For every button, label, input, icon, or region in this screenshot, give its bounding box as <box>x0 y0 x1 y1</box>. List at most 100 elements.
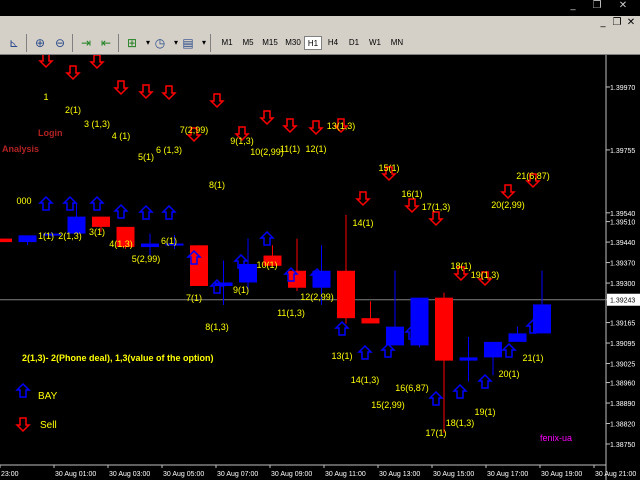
time-tick-label: 30 Aug 03:00 <box>109 471 150 478</box>
zoom-out-icon[interactable]: ⊖ <box>52 35 68 51</box>
time-tick-label: 30 Aug 11:00 <box>325 471 366 478</box>
buy-signal-label: 14(1,3) <box>351 375 380 385</box>
sell-signal-label: 7(2,99) <box>180 125 209 135</box>
time-tick-label: 30 Aug 05:00 <box>163 471 204 478</box>
time-tick-label: 30 Aug 13:00 <box>379 471 420 478</box>
zoom-in-icon[interactable]: ⊕ <box>32 35 48 51</box>
toolbar-separator <box>26 34 27 52</box>
price-tick-label: 1.38960 <box>610 381 635 388</box>
sub-minimize-button[interactable]: _ <box>596 17 610 29</box>
buy-signal-label: 15(2,99) <box>371 400 405 410</box>
sell-signal-label: 2(1) <box>65 105 81 115</box>
candle-body[interactable] <box>484 341 502 358</box>
chart-canvas[interactable]: 1.39970 1.39755 1.39540 1.39510 1.39440 1.393… <box>0 55 640 480</box>
candle-body[interactable] <box>141 243 159 248</box>
close-button[interactable]: ✕ <box>616 0 630 12</box>
sell-signal-label: 9(1,3) <box>230 136 254 146</box>
toolbar-separator <box>118 34 119 52</box>
timeframe-h4-button[interactable]: H4 <box>324 36 342 50</box>
timeframe-w1-button[interactable]: W1 <box>366 36 384 50</box>
sell-signal-label: 17(1,3) <box>422 202 451 212</box>
buy-signal-label: 10(1) <box>256 260 277 270</box>
price-tick-label: 1.39970 <box>610 85 635 92</box>
buy-signal-label: 18(1,3) <box>446 418 475 428</box>
minimize-button[interactable]: _ <box>566 0 580 12</box>
timeframe-m15-button[interactable]: M15 <box>259 36 281 50</box>
buy-signal-label: 9(1) <box>233 285 249 295</box>
time-tick-label: 30 Aug 21:00 <box>595 471 636 478</box>
buy-signal-label: 16(6,87) <box>395 383 429 393</box>
sell-signal-label: 8(1) <box>209 180 225 190</box>
chart-shift-icon[interactable]: ⇤ <box>98 35 114 51</box>
price-tick-label: 1.39370 <box>610 261 635 268</box>
candle-body[interactable] <box>435 297 453 361</box>
sell-signal-label: 11(1) <box>280 144 300 154</box>
sell-signal-label: 5(1) <box>138 152 154 162</box>
templates-icon[interactable]: ▤ <box>180 35 196 51</box>
buy-signal-label: 12(2,99) <box>300 292 334 302</box>
chart-axis-icon[interactable]: ⊾ <box>6 35 22 51</box>
sell-signal-label: 16(1) <box>401 189 422 199</box>
sub-close-button[interactable]: ✕ <box>624 17 638 29</box>
buy-signal-label: 2(1,3) <box>58 231 82 241</box>
auto-scroll-icon[interactable]: ⇥ <box>78 35 94 51</box>
timeframe-d1-button[interactable]: D1 <box>345 36 363 50</box>
buy-signal-label: 21(1) <box>522 353 543 363</box>
sell-signal-label: 18(1) <box>450 261 471 271</box>
buy-signal-label: 3(1) <box>89 227 105 237</box>
sell-signal-label: 13(1,3) <box>327 121 356 131</box>
sell-signal-label: 12(1) <box>305 144 326 154</box>
price-tick-label: 1.38890 <box>610 401 635 408</box>
candle-body[interactable] <box>508 333 527 342</box>
buy-signal-label: 1(1) <box>38 231 54 241</box>
timeframe-h1-button[interactable]: H1 <box>304 36 322 50</box>
price-tick-label: 1.38820 <box>610 422 635 429</box>
candle-body[interactable] <box>337 270 355 319</box>
candle-body[interactable] <box>18 235 37 243</box>
sell-signal-label: 19(1,3) <box>471 270 500 280</box>
sell-signal-label: 10(2,99) <box>250 147 284 157</box>
toolbar-separator <box>210 34 211 52</box>
sell-signal-label: 6 (1,3) <box>156 145 182 155</box>
buy-signal-label: 11(1,3) <box>277 308 305 318</box>
sell-signal-label: 14(1) <box>352 218 373 228</box>
periods-clock-icon[interactable]: ◷ <box>152 35 168 51</box>
candle-body[interactable] <box>361 318 380 324</box>
candle-body[interactable] <box>0 238 12 243</box>
sell-signal-label: 20(2,99) <box>491 200 525 210</box>
timeframe-m30-button[interactable]: M30 <box>282 36 304 50</box>
title-bar: _ ❐ ✕ <box>0 0 640 16</box>
time-tick-label: 30 Aug 07:00 <box>217 471 258 478</box>
time-tick-label: 30 Aug 17:00 <box>487 471 528 478</box>
candle-body[interactable] <box>386 326 404 346</box>
price-chart[interactable]: 1.39970 1.39755 1.39540 1.39510 1.39440 1.393… <box>0 55 640 480</box>
timeframe-mn-button[interactable]: MN <box>387 36 407 50</box>
price-tick-label: 1.39440 <box>610 240 635 247</box>
price-tick-label: 1.39165 <box>610 321 635 328</box>
timeframe-m5-button[interactable]: M5 <box>238 36 258 50</box>
sell-signal-label: 1 <box>43 92 48 102</box>
watermark-label: fenix-ua <box>540 433 572 443</box>
buy-signal-label: 13(1) <box>331 351 352 361</box>
legend-buy-label: BAY <box>38 391 58 402</box>
price-tick-label: 1.39510 <box>610 220 635 227</box>
indicators-icon[interactable]: ⊞ <box>124 35 140 51</box>
candle-body[interactable] <box>92 216 110 227</box>
sub-restore-button[interactable]: ❐ <box>610 17 624 29</box>
sell-signal-label: 21(6,87) <box>516 171 550 181</box>
buy-signal-label: 19(1) <box>474 407 495 417</box>
restore-button[interactable]: ❐ <box>590 0 604 12</box>
candle-body[interactable] <box>459 357 478 361</box>
price-tick-label: 1.38750 <box>610 442 635 449</box>
legend-sell-label: Sell <box>40 420 57 431</box>
timeframe-m1-button[interactable]: M1 <box>217 36 237 50</box>
buy-signal-label: 8(1,3) <box>205 322 229 332</box>
price-tick-label: 1.39755 <box>610 148 635 155</box>
buy-signal-label: 5(2,99) <box>132 254 161 264</box>
explanation-label: 2(1,3)- 2(Phone deal), 1,3(value of the … <box>22 353 214 363</box>
current-price-label: 1.39243 <box>610 298 635 305</box>
candle-body[interactable] <box>239 264 257 283</box>
toolbar: ⊾ ⊕ ⊖ ⇥ ⇤ ⊞ ▾ ◷ ▾ ▤ ▾ M1 M5 M15 M30 H1 H… <box>0 30 640 55</box>
candle-body[interactable] <box>410 297 429 346</box>
sell-signal-label: 3 (1,3) <box>84 119 110 129</box>
